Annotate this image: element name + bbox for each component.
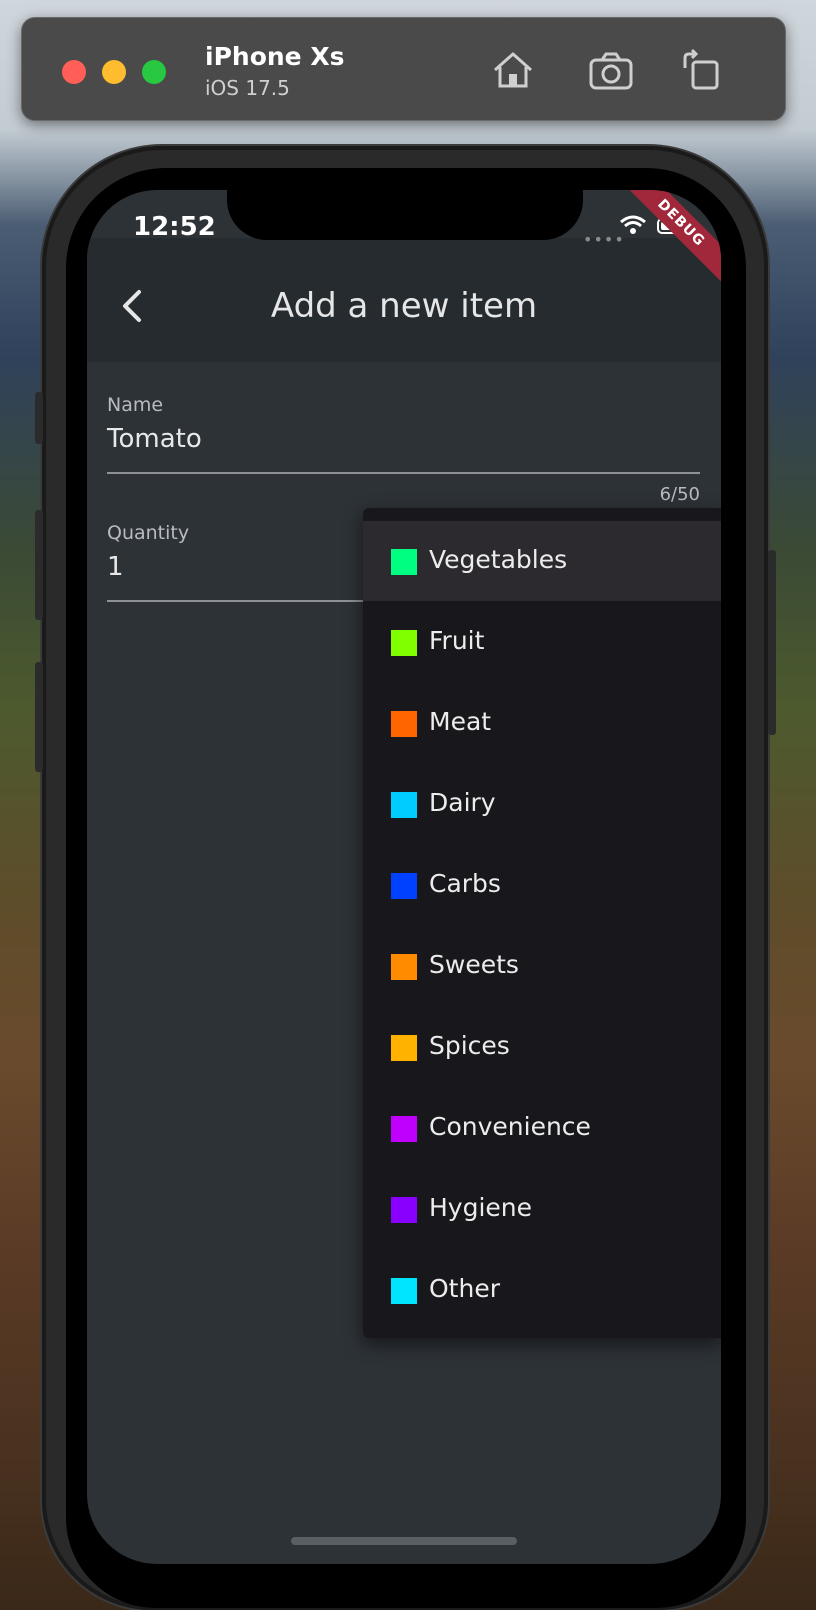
name-character-counter: 6/50	[659, 484, 700, 505]
menu-item-label: Spices	[429, 1031, 510, 1060]
quantity-label: Quantity	[107, 522, 190, 544]
category-color-swatch	[391, 1197, 417, 1223]
power-button	[768, 550, 776, 735]
menu-item-convenience[interactable]: Convenience	[363, 1088, 721, 1168]
category-color-swatch	[391, 549, 417, 575]
category-color-swatch	[391, 954, 417, 980]
device-name: iPhone Xs	[205, 42, 345, 71]
home-icon[interactable]	[489, 48, 537, 92]
menu-item-label: Convenience	[429, 1112, 591, 1141]
category-color-swatch	[391, 1278, 417, 1304]
menu-item-label: Fruit	[429, 626, 485, 655]
category-color-swatch	[391, 1116, 417, 1142]
menu-item-label: Vegetables	[429, 545, 568, 574]
menu-item-other[interactable]: Other	[363, 1250, 721, 1330]
menu-item-meat[interactable]: Meat	[363, 683, 721, 763]
page-title: Add a new item	[270, 286, 538, 326]
menu-item-label: Meat	[429, 707, 492, 736]
menu-item-vegetables[interactable]: Vegetables	[363, 521, 721, 601]
menu-item-label: Hygiene	[429, 1193, 533, 1222]
volume-down-button	[35, 662, 43, 772]
status-time: 12:52	[133, 212, 216, 242]
menu-item-spices[interactable]: Spices	[363, 1007, 721, 1087]
minimize-window-button[interactable]	[102, 60, 126, 84]
name-underline	[107, 472, 700, 474]
category-color-swatch	[391, 630, 417, 656]
category-color-swatch	[391, 792, 417, 818]
category-dropdown-menu: Vegetables Fruit Meat Dairy Carbs Sweets…	[363, 508, 721, 1338]
menu-item-hygiene[interactable]: Hygiene	[363, 1169, 721, 1249]
category-color-swatch	[391, 873, 417, 899]
zoom-window-button[interactable]	[142, 60, 166, 84]
name-label: Name	[107, 394, 164, 416]
name-input[interactable]: Tomato	[107, 424, 202, 454]
menu-item-dairy[interactable]: Dairy	[363, 764, 721, 844]
menu-item-fruit[interactable]: Fruit	[363, 602, 721, 682]
menu-item-sweets[interactable]: Sweets	[363, 926, 721, 1006]
close-window-button[interactable]	[62, 60, 86, 84]
quantity-input[interactable]: 1	[107, 552, 124, 582]
home-indicator[interactable]	[291, 1537, 517, 1545]
rotate-icon[interactable]	[677, 48, 725, 92]
menu-item-label: Sweets	[429, 950, 519, 979]
wifi-icon	[619, 214, 647, 236]
category-color-swatch	[391, 711, 417, 737]
menu-item-label: Carbs	[429, 869, 501, 898]
menu-item-carbs[interactable]: Carbs	[363, 845, 721, 925]
menu-item-label: Dairy	[429, 788, 496, 817]
menu-item-label: Other	[429, 1274, 500, 1303]
simulator-toolbar: iPhone Xs iOS 17.5	[21, 17, 786, 121]
app-bar: Add a new item	[87, 238, 721, 362]
camera-icon[interactable]	[587, 48, 635, 92]
category-color-swatch	[391, 1035, 417, 1061]
device-screen: Add a new item 12:52 •••• DEBUG Name Tom…	[87, 190, 721, 1564]
volume-up-button	[35, 510, 43, 620]
notch	[227, 190, 583, 240]
quantity-underline	[107, 600, 367, 602]
mute-switch	[35, 392, 43, 444]
os-version: iOS 17.5	[205, 76, 290, 100]
